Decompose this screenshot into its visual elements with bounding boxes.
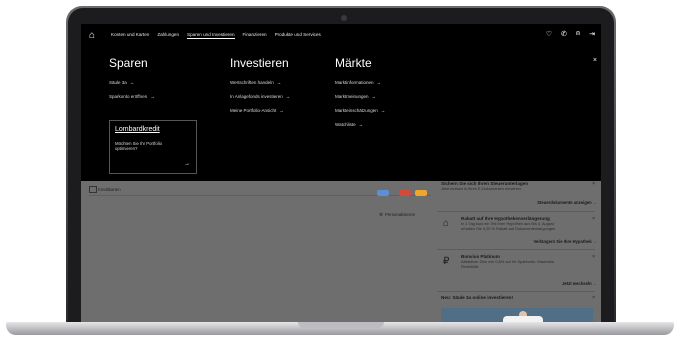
menu-link-wertschriften[interactable]: Wertschriften handeln → [230, 80, 290, 85]
arrow-right-icon: → [129, 80, 135, 85]
divider [437, 291, 595, 292]
page-content-overlay: Kreditkarten ⚙ Personalisieren Sichern Si… [81, 181, 601, 323]
teaser-saeule-3a[interactable]: Neu: Säule 3a online investieren! × [439, 295, 597, 305]
menu-link-portfolio[interactable]: Meine Portfolio-Ansicht → [230, 108, 290, 113]
sidebar-teasers: Sichern Sie sich Ihren Steuerunterlagen … [437, 181, 601, 323]
nav-item-sparen-investieren[interactable]: Sparen und Investieren [187, 32, 235, 39]
mega-menu-close-icon[interactable]: × [593, 57, 597, 64]
menu-column-maerkte: Märkte Marktinformationen → Marktmeinunge… [335, 56, 385, 136]
laptop-base-notch [298, 322, 384, 328]
menu-link-sparkonto[interactable]: Sparkonto eröffnen → [109, 94, 155, 99]
lombardkredit-card[interactable]: Lombardkredit Möchten Sie Ihr Portfolio … [109, 120, 197, 174]
arrow-right-icon: → [371, 94, 377, 99]
house-percent-icon: ⌂ [443, 218, 450, 229]
teaser-bonvius[interactable]: ₽ Bonvius Platinum Attraktiver Zins von … [439, 254, 597, 288]
visa-chip-icon [377, 190, 389, 196]
close-icon[interactable]: × [592, 295, 595, 301]
logout-icon[interactable]: ⇥ [589, 30, 595, 38]
nav-item-konten[interactable]: Konten und Karten [111, 32, 149, 38]
divider [437, 211, 595, 212]
arrow-right-icon: → [380, 108, 386, 113]
arrow-right-icon: → [150, 94, 155, 99]
arrow-right-icon: → [358, 122, 364, 127]
nav-utility-icons: ♡ ✆ ⍝ ⇥ [546, 30, 595, 38]
teaser-cta[interactable]: Verlängern Sie Ihre Hypothek → [533, 239, 597, 244]
phone-icon[interactable]: ✆ [561, 30, 567, 38]
screen: ⌂ Konten und Karten Zahlungen Sparen und… [81, 24, 601, 323]
menu-link-saeule-3a[interactable]: Säule 3a → [109, 80, 155, 85]
menu-column-sparen: Sparen Säule 3a → Sparkonto eröffnen → [109, 56, 155, 108]
close-icon[interactable]: × [592, 254, 595, 260]
settings-icon: ⚙ [379, 212, 383, 217]
teaser-desc: erhalten Sie 0,20 % Rabatt auf Dokumente… [461, 226, 556, 231]
menu-column-investieren: Investieren Wertschriften handeln → In An… [230, 56, 290, 122]
teaser-desc: Jetzt einfach in Ihren E-Dokumenten eins… [441, 186, 522, 191]
teaser-photo [441, 308, 593, 323]
nav-item-produkte[interactable]: Produkte und Services [275, 32, 321, 38]
user-icon[interactable]: ⍝ [576, 30, 580, 38]
card-chip-icon [415, 190, 427, 196]
close-icon[interactable]: × [592, 216, 595, 222]
teaser-steuer[interactable]: Sichern Sie sich Ihren Steuerunterlagen … [439, 181, 597, 207]
menu-heading-investieren: Investieren [230, 56, 289, 70]
menu-link-watchliste[interactable]: Watchliste → [335, 122, 385, 127]
card-icon [89, 186, 97, 193]
menu-link-marktinformationen[interactable]: Marktinformationen → [335, 80, 385, 85]
divider [437, 249, 595, 250]
arrow-right-icon: → [285, 94, 291, 99]
arrow-right-icon: → [279, 108, 284, 113]
home-icon[interactable]: ⌂ [89, 30, 103, 41]
teaser-cta[interactable]: Steuerdokumente anzeigen → [537, 200, 597, 205]
menu-heading-maerkte: Märkte [335, 56, 372, 70]
teaser-cta[interactable]: Jetzt wechseln → [562, 281, 597, 286]
nav-item-zahlungen[interactable]: Zahlungen [157, 32, 179, 38]
piggy-bank-icon: ₽ [443, 256, 450, 267]
close-icon[interactable]: × [592, 181, 595, 187]
credit-card-row[interactable]: Kreditkarten [89, 185, 431, 196]
laptop-frame: ⌂ Konten und Karten Zahlungen Sparen und… [0, 0, 680, 341]
menu-heading-sparen: Sparen [109, 56, 148, 70]
personalize-link[interactable]: ⚙ Personalisieren [379, 212, 415, 218]
arrow-right-icon[interactable]: → [184, 161, 190, 167]
teaser-desc: Flexibilität [461, 264, 479, 269]
arrow-right-icon: → [376, 80, 382, 85]
top-navigation: ⌂ Konten und Karten Zahlungen Sparen und… [81, 24, 601, 46]
teaser-hypothek[interactable]: ⌂ Rabatt auf Ihre Hypothekenverlängerung… [439, 216, 597, 246]
teaser-title: Neu: Säule 3a online investieren! [441, 295, 513, 300]
arrow-right-icon: → [276, 80, 282, 85]
mega-menu: × Sparen Säule 3a → Sparkonto eröffnen → I… [81, 46, 601, 181]
mastercard-chip-icon [399, 190, 411, 196]
camera [341, 15, 347, 21]
heart-icon[interactable]: ♡ [546, 30, 552, 38]
menu-link-markteinschaetzungen[interactable]: Markteinschätzungen → [335, 108, 385, 113]
lombardkredit-description: Möchten Sie Ihr Portfolio optimieren? [115, 141, 163, 151]
nav-item-finanzieren[interactable]: Finanzieren [243, 32, 267, 38]
lombardkredit-title[interactable]: Lombardkredit [115, 126, 160, 133]
menu-link-marktmeinungen[interactable]: Marktmeinungen → [335, 94, 385, 99]
menu-link-anlagefonds[interactable]: In Anlagefonds investieren → [230, 94, 290, 99]
credit-card-label: Kreditkarten [98, 187, 121, 192]
